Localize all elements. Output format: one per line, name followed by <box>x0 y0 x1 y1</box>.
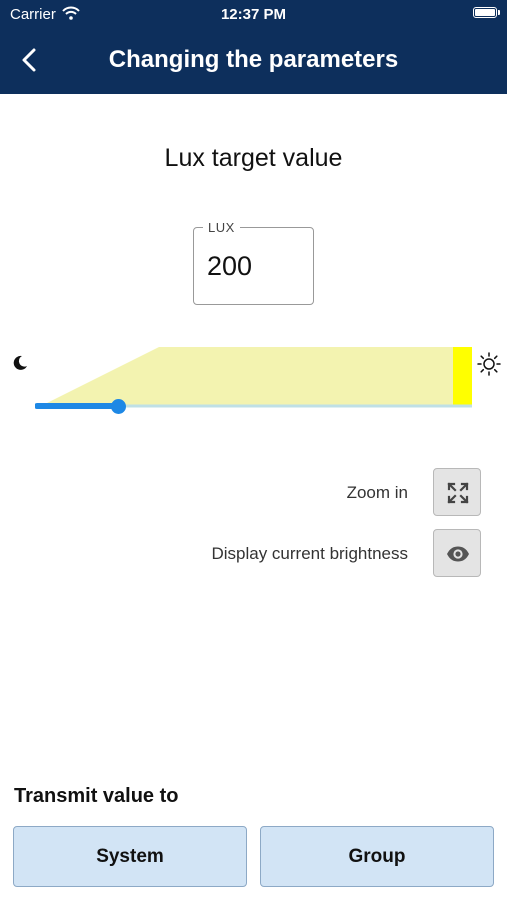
moon-icon <box>13 355 27 370</box>
status-time: 12:37 PM <box>220 6 287 23</box>
lux-input[interactable] <box>207 250 302 282</box>
zoom-in-button[interactable] <box>433 468 481 516</box>
group-button[interactable]: Group <box>260 826 494 887</box>
brightness-curve <box>35 347 472 409</box>
section-heading: Lux target value <box>164 144 343 172</box>
battery-cap <box>498 10 500 15</box>
page-title: Changing the parameters <box>108 46 399 73</box>
system-button[interactable]: System <box>13 826 247 887</box>
eye-icon <box>447 546 469 562</box>
zoom-in-label: Zoom in <box>346 483 408 502</box>
lux-field: LUX <box>193 220 314 305</box>
sun-icon <box>477 352 501 376</box>
transmit-label: Transmit value to <box>14 785 179 807</box>
status-bar: Carrier 12:37 PM <box>0 0 507 28</box>
battery-icon <box>473 7 497 18</box>
slider-thumb[interactable] <box>111 399 126 414</box>
display-brightness-button[interactable] <box>433 529 481 577</box>
expand-icon <box>447 482 469 504</box>
nav-bar: Changing the parameters <box>0 28 507 94</box>
curve-fill <box>43 347 472 405</box>
display-brightness-label: Display current brightness <box>211 544 408 563</box>
lux-field-legend: LUX <box>203 220 240 235</box>
curve-max-marker <box>453 347 472 405</box>
